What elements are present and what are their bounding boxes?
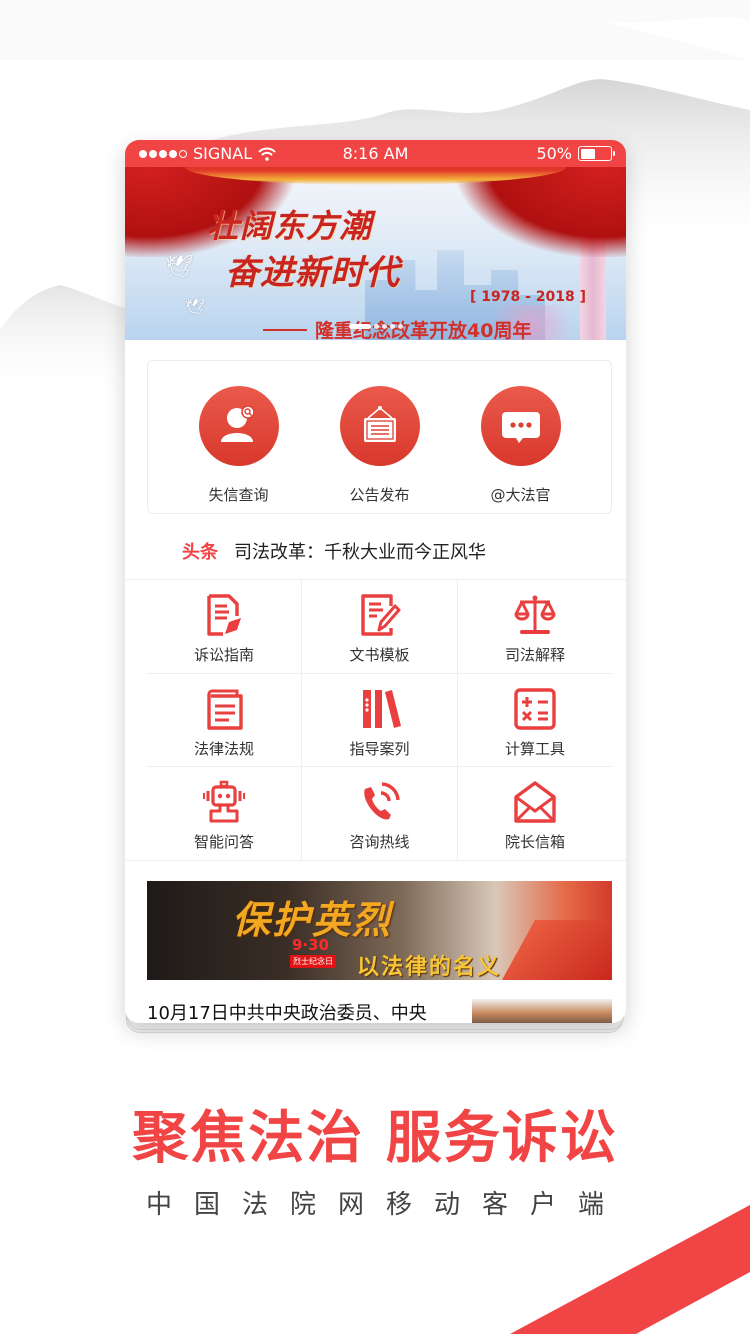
banner-title-line1: 壮阔东方潮: [207, 207, 373, 245]
pager-dot[interactable]: [397, 324, 403, 329]
quick-services: 失信查询 公告发布 @大法官: [147, 360, 612, 514]
grid-item-president-mailbox[interactable]: 院长信箱: [458, 767, 612, 861]
carousel-pager[interactable]: [125, 324, 626, 329]
banner-years: [ 1978 - 2018 ]: [470, 289, 587, 305]
user-search-icon: [220, 405, 255, 442]
grid-item-litigation-guide[interactable]: 诉讼指南: [147, 580, 302, 674]
grid-item-label: 法律法规: [193, 739, 254, 758]
grid-item-label: 咨询热线: [349, 833, 410, 851]
quick-service-label: 公告发布: [349, 486, 410, 504]
grid-item-label: 指导案列: [349, 739, 410, 758]
dove-icon: 🕊: [165, 255, 193, 280]
grid-item-label: 文书模板: [349, 646, 410, 664]
grid-item-document-templates[interactable]: 文书模板: [302, 580, 458, 674]
grid-item-hotline[interactable]: 咨询热线: [302, 767, 458, 861]
marketing-subline: 中国法院网移动客户端: [145, 1190, 626, 1220]
promo-slogan: 以法律的名义: [357, 955, 502, 980]
phone-call-icon: [363, 782, 400, 820]
grid-item-laws-regulations[interactable]: 法律法规: [147, 673, 302, 767]
grid-item-smart-qa[interactable]: 智能问答: [147, 767, 302, 861]
document-pen-icon: [360, 594, 400, 636]
scales-icon: [514, 595, 556, 634]
headline-text: 司法改革：千秋大业而今正风华: [234, 541, 486, 563]
quick-service-label: 失信查询: [208, 486, 269, 504]
signal-strength-icon: [139, 149, 187, 158]
status-bar: SIGNAL 8:16 AM 50%: [125, 140, 626, 167]
wifi-icon: [258, 147, 276, 161]
pager-dot[interactable]: [373, 324, 379, 329]
document-arrow-icon: [207, 594, 241, 636]
promo-banner[interactable]: 保护英烈 9·30 烈士纪念日 以法律的名义: [147, 881, 612, 980]
book-icon: [207, 689, 243, 730]
news-headline: 10月17日中共中央政治委员、中央: [147, 1003, 427, 1023]
grid-item-judicial-interpretation[interactable]: 司法解释: [458, 580, 612, 674]
quick-service-credit-check[interactable]: 失信查询: [184, 361, 294, 513]
service-grid: 诉讼指南 文书模板 司法解释 法律法规 指导案列 计算工具 智能问答 咨询热线 …: [147, 580, 612, 861]
carrier-label: SIGNAL: [193, 144, 253, 163]
calculator-icon: [514, 687, 556, 730]
headline-ticker[interactable]: 头条 司法改革：千秋大业而今正风华: [125, 522, 626, 580]
grid-item-label: 智能问答: [193, 833, 254, 851]
battery-percent: 50%: [536, 144, 572, 163]
grid-item-calculator[interactable]: 计算工具: [458, 674, 612, 767]
pager-dot[interactable]: [389, 324, 395, 329]
books-shelf-icon: [362, 689, 401, 728]
news-thumbnail: [472, 999, 612, 1023]
chat-bubble-icon: [501, 412, 540, 443]
news-item[interactable]: 10月17日中共中央政治委员、中央: [147, 999, 612, 1023]
quick-service-ask-judge[interactable]: @大法官: [466, 361, 576, 513]
battery-icon: [578, 146, 615, 161]
envelope-icon: [514, 781, 556, 823]
pager-dot[interactable]: [381, 324, 387, 329]
robot-icon: [203, 780, 245, 823]
notice-board-icon: [363, 406, 396, 442]
quick-service-label: @大法官: [490, 486, 551, 504]
grid-item-label: 司法解释: [504, 646, 565, 664]
quick-service-announcement[interactable]: 公告发布: [325, 361, 435, 513]
dove-icon: 🕊: [185, 297, 206, 316]
phone-mockup: SIGNAL 8:16 AM 50% 🕊 🕊 🕊 壮阔东方潮 奋进新时代 [ 1…: [125, 140, 626, 1023]
grid-item-label: 院长信箱: [504, 833, 565, 851]
banner-title-line2: 奋进新时代: [225, 253, 400, 293]
hero-banner[interactable]: 🕊 🕊 🕊 壮阔东方潮 奋进新时代 [ 1978 - 2018 ] 隆重纪念改革…: [125, 167, 626, 340]
flag-decoration: [502, 920, 612, 980]
promo-date: 9·30: [292, 936, 330, 954]
grid-item-label: 计算工具: [504, 739, 565, 758]
marketing-tagline: 聚焦法治 服务诉讼: [132, 1106, 618, 1171]
promo-date-caption: 烈士纪念日: [290, 955, 336, 968]
pager-dot[interactable]: [348, 324, 371, 329]
grid-item-guiding-cases[interactable]: 指导案列: [302, 673, 458, 767]
headline-tag: 头条: [182, 541, 218, 563]
grid-item-label: 诉讼指南: [193, 646, 254, 664]
divider: [125, 860, 626, 861]
